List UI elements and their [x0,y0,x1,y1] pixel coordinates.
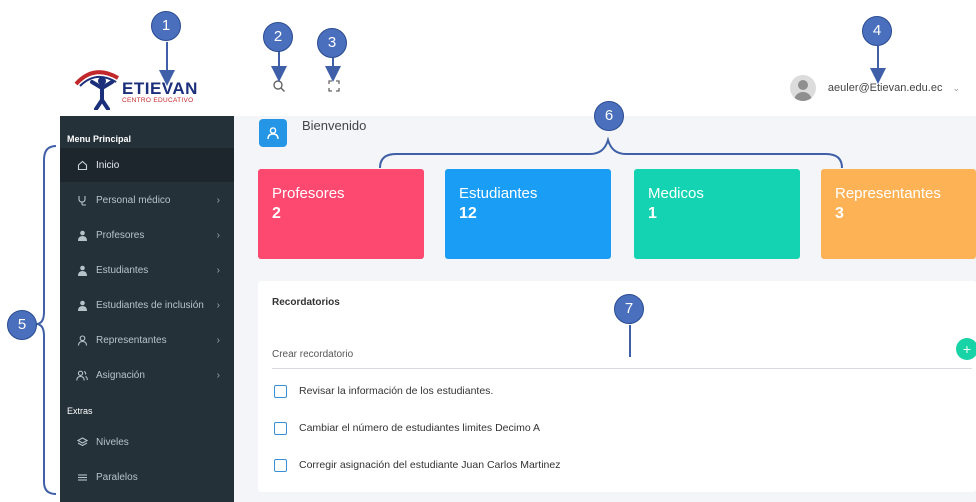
sidebar-item-estudiantes[interactable]: Estudiantes › [60,253,234,287]
layers-icon [76,436,88,448]
teacher-icon [76,229,88,241]
sidebar: Menu Principal Inicio Personal médico › … [60,116,234,502]
stat-value: 2 [272,205,281,222]
student-icon [76,299,88,311]
stat-label: Estudiantes [459,185,538,202]
reminder-item: Revisar la información de los estudiante… [274,383,493,399]
annotation-marker-1: 1 [151,11,181,41]
sidebar-item-label: Paralelos [96,471,138,483]
chevron-right-icon: › [216,229,220,241]
menu-icon [76,471,88,483]
logo-name: ETIEVAN [122,79,198,98]
stethoscope-icon [76,194,88,206]
page-title: Bienvenido [302,118,367,133]
add-reminder-button[interactable]: + [956,338,976,360]
user-email: aeuler@Etievan.edu.ec [827,82,943,94]
sidebar-item-personal-medico[interactable]: Personal médico › [60,183,234,217]
sidebar-item-label: Profesores [96,229,145,241]
reminder-checkbox[interactable] [274,384,287,398]
avatar [789,75,816,101]
annotation-marker-7: 7 [614,294,644,324]
stat-card-medicos[interactable]: Medicos 1 [634,169,800,259]
stat-card-profesores[interactable]: Profesores 2 [258,169,424,259]
reminder-text: Corregir asignación del estudiante Juan … [299,459,561,471]
sidebar-section-main: Menu Principal [67,134,132,144]
student-icon [76,264,88,276]
create-reminder-input[interactable]: Crear recordatorio [272,349,353,360]
sidebar-item-label: Inicio [96,159,120,171]
sidebar-item-paralelos[interactable]: Paralelos [60,460,234,494]
sidebar-item-label: Personal médico [96,194,171,206]
user-menu[interactable]: aeuler@Etievan.edu.ec ⌄ [789,74,960,102]
user-badge-icon [259,119,287,147]
create-reminder-row: Crear recordatorio + [272,338,976,369]
fullscreen-icon[interactable] [327,79,341,93]
annotation-marker-4: 4 [862,16,892,46]
sidebar-item-label: Estudiantes de inclusión [96,299,204,311]
stat-value: 3 [835,205,844,222]
annotation-marker-6: 6 [594,101,624,131]
sidebar-item-niveles[interactable]: Niveles [60,425,234,459]
reminder-item: Corregir asignación del estudiante Juan … [274,457,560,473]
sidebar-item-representantes[interactable]: Representantes › [60,323,234,357]
reminders-title: Recordatorios [272,297,340,308]
search-icon[interactable] [272,79,286,93]
stat-card-representantes[interactable]: Representantes 3 [821,169,976,259]
stat-label: Representantes [835,185,941,202]
top-bar: ETIEVAN CENTRO EDUCATIVO aeuler@Etievan.… [0,0,976,116]
annotation-marker-3: 3 [317,28,347,58]
users-icon [76,369,88,381]
sidebar-item-asignacion[interactable]: Asignación › [60,358,234,392]
stat-label: Profesores [272,185,345,202]
sidebar-section-extras: Extras [67,406,93,416]
chevron-right-icon: › [216,299,220,311]
reminder-text: Revisar la información de los estudiante… [299,385,494,397]
stat-value: 12 [459,205,477,222]
sidebar-item-label: Niveles [96,436,129,448]
sidebar-item-profesores[interactable]: Profesores › [60,218,234,252]
sidebar-item-inicio[interactable]: Inicio [60,148,234,182]
main-content: Bienvenido Profesores 2 Estudiantes 12 M… [234,116,976,502]
user-icon [76,334,88,346]
logo[interactable]: ETIEVAN CENTRO EDUCATIVO [74,66,234,110]
chevron-right-icon: › [216,194,220,206]
reminder-text: Cambiar el número de estudiantes limites… [299,422,541,434]
stat-card-estudiantes[interactable]: Estudiantes 12 [445,169,611,259]
reminder-checkbox[interactable] [274,421,287,435]
chevron-right-icon: › [216,369,220,381]
sidebar-item-estudiantes-inclusion[interactable]: Estudiantes de inclusión › [60,288,234,322]
sidebar-item-label: Asignación [96,369,145,381]
annotation-marker-5: 5 [7,310,37,340]
sidebar-item-label: Representantes [96,334,167,346]
home-icon [76,159,88,171]
stat-label: Medicos [648,185,704,202]
reminder-item: Cambiar el número de estudiantes limites… [274,420,540,436]
chevron-right-icon: › [216,264,220,276]
sidebar-item-label: Estudiantes [96,264,149,276]
chevron-right-icon: › [216,334,220,346]
logo-subtitle: CENTRO EDUCATIVO [122,97,194,104]
annotation-marker-2: 2 [263,22,293,52]
chevron-down-icon: ⌄ [952,82,960,93]
stat-value: 1 [648,205,657,222]
reminder-checkbox[interactable] [274,458,287,472]
